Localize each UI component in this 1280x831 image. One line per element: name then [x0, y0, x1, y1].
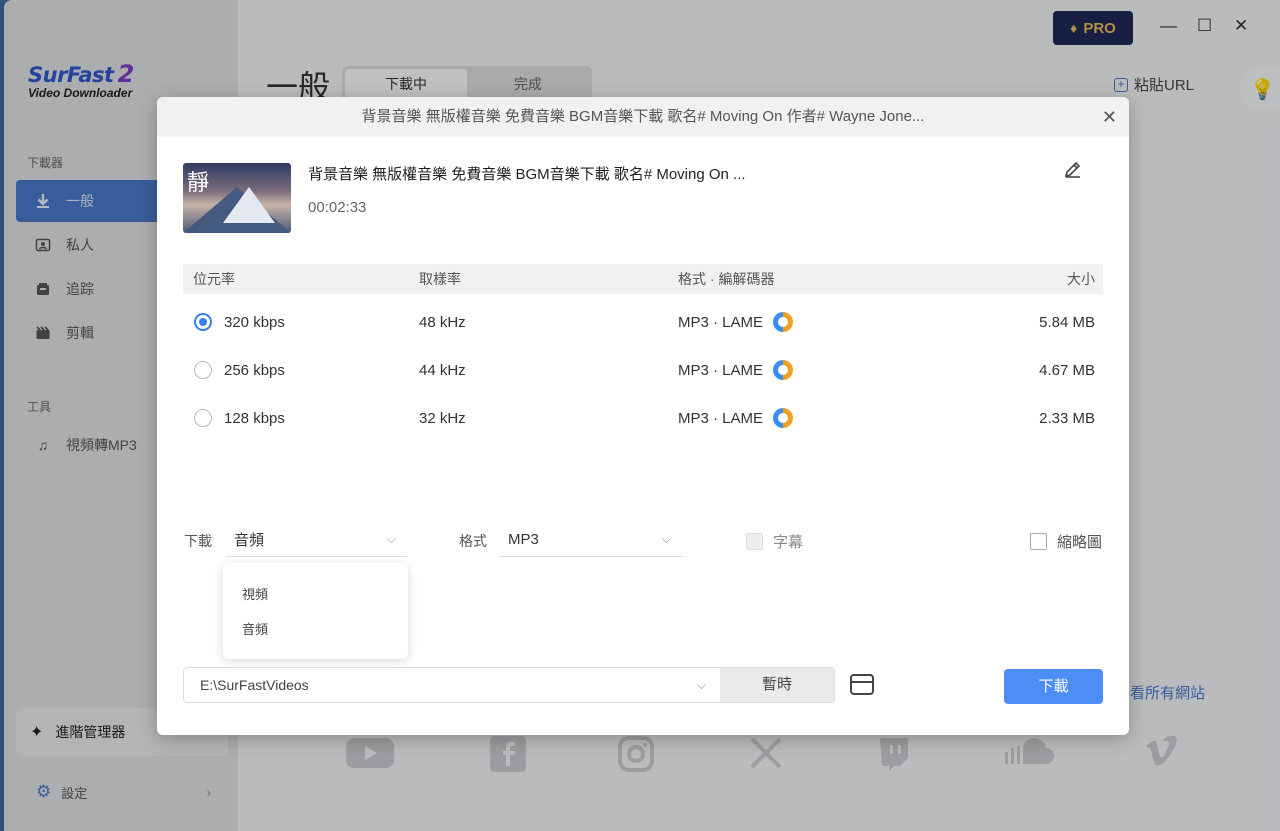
thumbnail-checkbox[interactable]: 縮略圖: [1030, 531, 1102, 552]
table-header: 位元率 取樣率 格式 · 編解碼器 大小: [183, 264, 1103, 294]
temp-button[interactable]: 暫時: [720, 668, 834, 702]
chevron-down-icon: ⌵: [661, 532, 671, 546]
download-options-dialog: 背景音樂 無版權音樂 免費音樂 BGM音樂下載 歌名# Moving On 作者…: [157, 97, 1129, 735]
table-row[interactable]: 320 kbps 48 kHz MP3 · LAME 5.84 MB: [183, 298, 1103, 346]
format-label: 格式: [459, 533, 487, 549]
radio-unselected[interactable]: [194, 409, 212, 427]
format-select[interactable]: MP3 ⌵: [500, 523, 683, 557]
save-path-input[interactable]: E:\SurFastVideos: [184, 677, 697, 693]
save-path-field[interactable]: E:\SurFastVideos ⌵ 暫時: [183, 667, 835, 703]
col-samplerate: 取樣率: [419, 271, 461, 287]
radio-unselected[interactable]: [194, 361, 212, 379]
subtitle-checkbox[interactable]: 字幕: [746, 531, 803, 552]
download-type-dropdown: 視頻 音頻: [223, 563, 408, 659]
chevron-down-icon: ⌵: [386, 532, 396, 546]
convert-icon[interactable]: [773, 360, 794, 380]
video-duration: 00:02:33: [308, 199, 367, 216]
dialog-header: 背景音樂 無版權音樂 免費音樂 BGM音樂下載 歌名# Moving On 作者…: [157, 97, 1129, 137]
dropdown-option-video[interactable]: 視頻: [223, 577, 408, 612]
dialog-title: 背景音樂 無版權音樂 免費音樂 BGM音樂下載 歌名# Moving On 作者…: [361, 108, 925, 125]
convert-icon[interactable]: [773, 408, 794, 428]
close-icon[interactable]: ✕: [1102, 97, 1117, 137]
table-row[interactable]: 128 kbps 32 kHz MP3 · LAME 2.33 MB: [183, 394, 1103, 442]
download-type-label: 下載: [184, 533, 212, 549]
table-row[interactable]: 256 kbps 44 kHz MP3 · LAME 4.67 MB: [183, 346, 1103, 394]
dropdown-option-audio[interactable]: 音頻: [223, 612, 408, 647]
quality-table: 位元率 取樣率 格式 · 編解碼器 大小 320 kbps 48 kHz MP3…: [183, 264, 1103, 442]
video-title: 背景音樂 無版權音樂 免費音樂 BGM音樂下載 歌名# Moving On ..…: [308, 166, 746, 183]
video-thumbnail: 靜: [183, 163, 291, 233]
download-button[interactable]: 下載: [1004, 669, 1103, 704]
convert-icon[interactable]: [773, 312, 794, 332]
col-bitrate: 位元率: [193, 271, 235, 287]
edit-icon[interactable]: [1063, 159, 1083, 185]
radio-selected[interactable]: [194, 313, 212, 331]
col-format: 格式 · 編解碼器: [678, 271, 775, 287]
chevron-down-icon[interactable]: ⌵: [697, 678, 706, 693]
download-type-select[interactable]: 音頻 ⌵: [226, 523, 408, 557]
thumbnail-glyph: 靜: [187, 171, 210, 196]
col-size: 大小: [1067, 271, 1095, 287]
folder-icon[interactable]: [850, 674, 874, 695]
